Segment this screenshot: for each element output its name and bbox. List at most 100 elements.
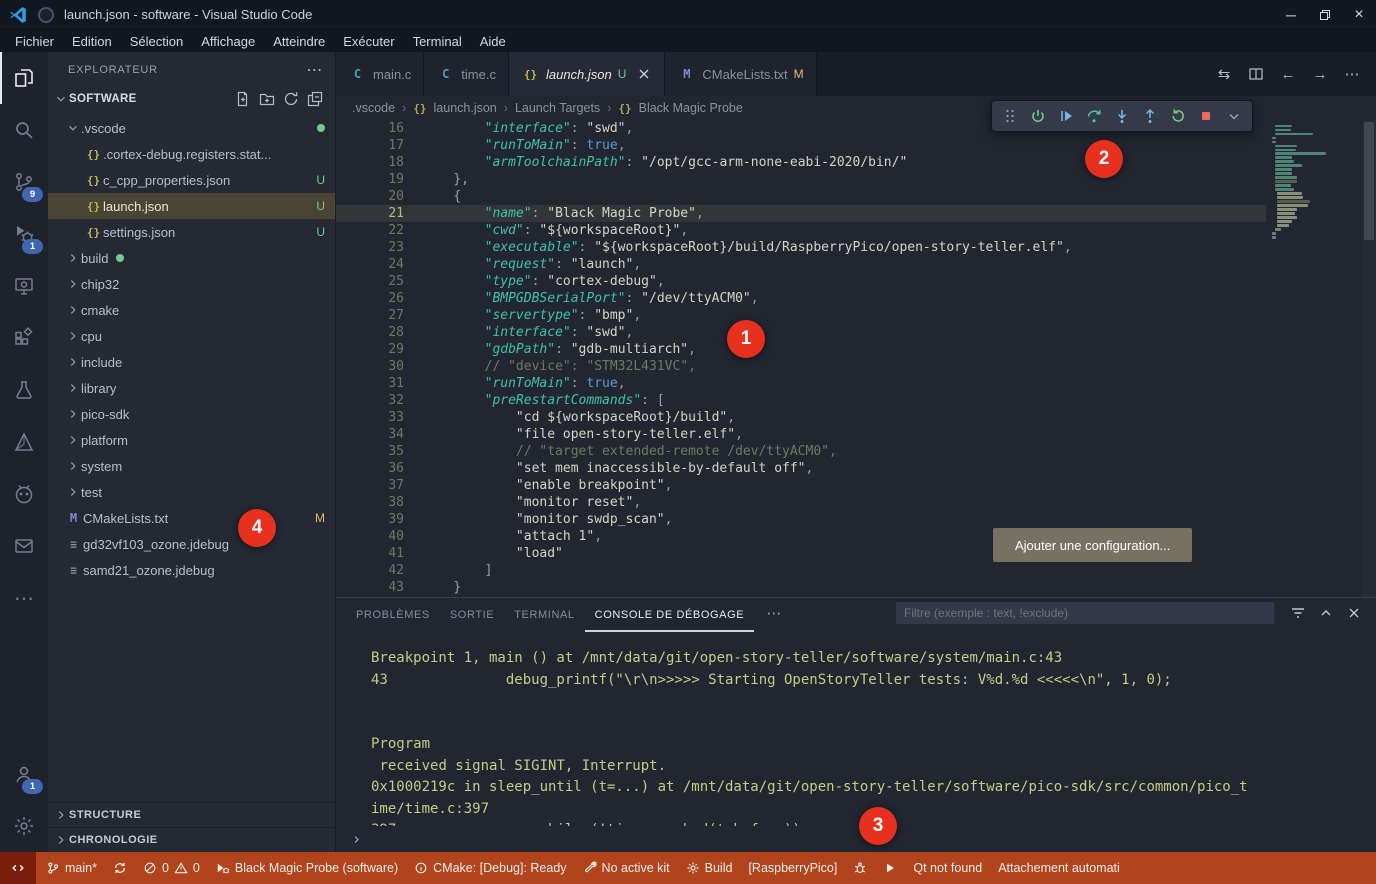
status-cmake-variant[interactable]: [RaspberryPico]: [740, 852, 845, 884]
activity-settings[interactable]: [0, 800, 48, 852]
more-actions-icon[interactable]: ⋯: [1338, 60, 1366, 88]
tree-item-gd32vf103_ozone.jdebug[interactable]: ≡gd32vf103_ozone.jdebug: [48, 531, 335, 557]
debug-chevron-down-icon[interactable]: [1221, 103, 1247, 129]
section-chronologie[interactable]: CHRONOLOGIE: [48, 827, 335, 852]
minimize-button[interactable]: ─: [1274, 0, 1308, 29]
tab-main.c[interactable]: Cmain.c: [336, 52, 424, 96]
open-changes-icon[interactable]: ⇆: [1210, 60, 1238, 88]
panel-close-icon[interactable]: [1342, 601, 1366, 625]
activity-accounts[interactable]: 1: [0, 748, 48, 800]
breadcrumb-item[interactable]: Launch Targets: [515, 101, 600, 115]
activity-mail[interactable]: [0, 520, 48, 572]
activity-platformio[interactable]: [0, 468, 48, 520]
section-structure[interactable]: STRUCTURE: [48, 802, 335, 827]
menu-fichier[interactable]: Fichier: [6, 30, 63, 52]
new-folder-icon[interactable]: [259, 91, 275, 107]
panel-tab-terminal[interactable]: TERMINAL: [504, 598, 584, 632]
status-cmake-build[interactable]: Build: [678, 852, 741, 884]
new-file-icon[interactable]: [235, 91, 251, 107]
status-auto-attach[interactable]: Attachement automati: [990, 852, 1128, 884]
menu-atteindre[interactable]: Atteindre: [264, 30, 334, 52]
status-git-branch[interactable]: main*: [38, 852, 105, 884]
activity-explorer[interactable]: [0, 52, 48, 104]
activity-extensions[interactable]: [0, 312, 48, 364]
menu-aide[interactable]: Aide: [471, 30, 515, 52]
split-editor-icon[interactable]: [1242, 60, 1270, 88]
panel-tab-consolededebogage[interactable]: CONSOLE DE DÉBOGAGE: [585, 598, 755, 632]
tree-item-cmake[interactable]: cmake: [48, 297, 335, 323]
panel-maximize-icon[interactable]: [1314, 601, 1338, 625]
tree-item-include[interactable]: include: [48, 349, 335, 375]
tree-item-.vscode[interactable]: .vscode: [48, 115, 335, 141]
activity-more[interactable]: ⋯: [0, 572, 48, 624]
activity-source-control[interactable]: 9: [0, 156, 48, 208]
add-configuration-button[interactable]: Ajouter une configuration...: [993, 528, 1192, 562]
code-editor[interactable]: 16 "interface": "swd",17 "runToMain": tr…: [336, 120, 1376, 597]
status-cmake-kit[interactable]: No active kit: [575, 852, 678, 884]
close-button[interactable]: ×: [1342, 0, 1376, 29]
status-cmake-status[interactable]: CMake: [Debug]: Ready: [406, 852, 574, 884]
nav-forward-icon[interactable]: →: [1306, 60, 1334, 88]
panel-tab-problemes[interactable]: PROBLÈMES: [346, 598, 440, 632]
status-sync[interactable]: [105, 852, 135, 884]
tree-item-launch.json[interactable]: {}launch.jsonU: [48, 193, 335, 219]
activity-remote-explorer[interactable]: [0, 260, 48, 312]
status-cmake-debug[interactable]: [845, 852, 875, 884]
activity-cmake[interactable]: [0, 416, 48, 468]
tree-item-.cortex-debug.registers.stat...[interactable]: {}.cortex-debug.registers.stat...: [48, 141, 335, 167]
tree-item-chip32[interactable]: chip32: [48, 271, 335, 297]
activity-search[interactable]: [0, 104, 48, 156]
menu-executer[interactable]: Exécuter: [334, 30, 403, 52]
breadcrumb-item[interactable]: launch.json: [434, 101, 497, 115]
tree-item-pico-sdk[interactable]: pico-sdk: [48, 401, 335, 427]
debug-stop-icon[interactable]: [1193, 103, 1219, 129]
explorer-more-icon[interactable]: ⋯: [306, 60, 323, 80]
breadcrumb-item[interactable]: .vscode: [352, 101, 395, 115]
activity-run-debug[interactable]: 1: [0, 208, 48, 260]
status-problems[interactable]: 00: [135, 852, 208, 884]
restore-button[interactable]: [1308, 0, 1342, 29]
tree-item-build[interactable]: build: [48, 245, 335, 271]
debug-step-out-icon[interactable]: [1137, 103, 1163, 129]
console-filter-input[interactable]: [896, 602, 1274, 624]
workspace-section-header[interactable]: SOFTWARE: [48, 87, 335, 111]
nav-back-icon[interactable]: ←: [1274, 60, 1302, 88]
tab-CMakeLists.txt[interactable]: MCMakeLists.txtM: [665, 52, 816, 96]
status-cmake-run[interactable]: [875, 852, 905, 884]
debug-step-over-icon[interactable]: [1081, 103, 1107, 129]
tree-item-settings.json[interactable]: {}settings.jsonU: [48, 219, 335, 245]
tree-item-system[interactable]: system: [48, 453, 335, 479]
tree-item-CMakeLists.txt[interactable]: MCMakeLists.txtM: [48, 505, 335, 531]
menu-edition[interactable]: Edition: [63, 30, 121, 52]
debug-grip-icon[interactable]: [997, 103, 1023, 129]
debug-restart-icon[interactable]: [1165, 103, 1191, 129]
tab-time.c[interactable]: Ctime.c: [424, 52, 509, 96]
panel-more-icon[interactable]: ⋯: [756, 604, 791, 622]
status-debug-config[interactable]: Black Magic Probe (software): [208, 852, 406, 884]
debug-console-input[interactable]: ›: [336, 826, 1376, 852]
collapse-all-icon[interactable]: [307, 91, 323, 107]
tree-item-samd21_ozone.jdebug[interactable]: ≡samd21_ozone.jdebug: [48, 557, 335, 583]
tree-item-library[interactable]: library: [48, 375, 335, 401]
breadcrumb-item[interactable]: Black Magic Probe: [639, 101, 743, 115]
tab-launch.json[interactable]: {}launch.jsonU: [509, 52, 665, 96]
panel-filter-icon[interactable]: [1286, 601, 1310, 625]
debug-step-into-icon[interactable]: [1109, 103, 1135, 129]
debug-continue-icon[interactable]: [1053, 103, 1079, 129]
editor-scrollbar[interactable]: [1362, 120, 1376, 597]
refresh-icon[interactable]: [283, 91, 299, 107]
debug-power-icon[interactable]: [1025, 103, 1051, 129]
status-qt-status[interactable]: Qt not found: [905, 852, 990, 884]
tree-item-c_cpp_properties.json[interactable]: {}c_cpp_properties.jsonU: [48, 167, 335, 193]
tree-item-platform[interactable]: platform: [48, 427, 335, 453]
panel-tab-sortie[interactable]: SORTIE: [440, 598, 504, 632]
menu-terminal[interactable]: Terminal: [404, 30, 471, 52]
menu-affichage[interactable]: Affichage: [192, 30, 264, 52]
close-tab-icon[interactable]: [636, 66, 652, 82]
tree-item-cpu[interactable]: cpu: [48, 323, 335, 349]
status-remote-indicator[interactable]: [0, 852, 36, 884]
scrollbar-thumb[interactable]: [1364, 122, 1374, 240]
minimap[interactable]: [1266, 120, 1362, 597]
activity-testing[interactable]: [0, 364, 48, 416]
tree-item-test[interactable]: test: [48, 479, 335, 505]
